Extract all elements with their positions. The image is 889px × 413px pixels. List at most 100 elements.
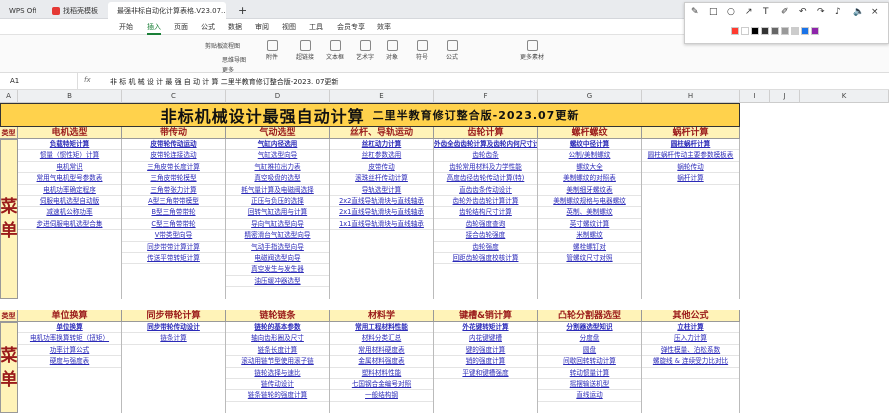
column-header-j[interactable]: J [770, 90, 800, 103]
more-materials-button[interactable]: 更多素材 [520, 40, 544, 61]
menu-link[interactable]: 直齿齿条传动设计 [434, 185, 537, 196]
pen-icon[interactable]: ✎ [691, 7, 699, 17]
menu-link[interactable]: 减速机公称功率 [18, 207, 121, 219]
rect-icon[interactable]: □ [709, 7, 718, 17]
hyperlink-button[interactable]: 超链接 [296, 40, 314, 61]
menu-link[interactable]: 内花键键槽 [434, 333, 537, 345]
menu-link[interactable]: 齿轮常用材料及力学性能 [434, 162, 537, 174]
pencil-icon[interactable]: ✐ [781, 7, 789, 17]
menu-link[interactable]: 齿轮强度 [434, 242, 537, 253]
color-swatch[interactable] [761, 27, 769, 35]
color-swatch[interactable] [731, 27, 739, 35]
menu-link[interactable]: 螺旋线 & 连续受力比对比 [642, 356, 739, 368]
menu-data[interactable]: 数据 [228, 22, 242, 32]
text-icon[interactable]: T [763, 7, 769, 17]
menu-link[interactable]: C型三角带带轮 [122, 219, 225, 231]
color-swatch[interactable] [741, 27, 749, 35]
color-swatch[interactable] [791, 27, 799, 35]
undo-icon[interactable]: ↶ [799, 7, 807, 17]
menu-link[interactable]: A型三角带带模型 [122, 196, 225, 208]
menu-link[interactable]: 美制细牙螺纹表 [538, 185, 641, 196]
menu-link[interactable]: 回转气缸选用与计算 [226, 207, 329, 219]
menu-link[interactable]: 链轮的基本参数 [226, 322, 329, 334]
menu-page[interactable]: 页面 [174, 22, 188, 32]
circle-icon[interactable]: ○ [727, 7, 735, 17]
color-swatch[interactable] [751, 27, 759, 35]
menu-link[interactable]: 销的强度计算 [434, 356, 537, 368]
menu-link[interactable]: 三角皮带轮模型 [122, 173, 225, 185]
name-box[interactable]: A1 [0, 73, 78, 89]
new-tab-icon[interactable]: + [232, 2, 246, 19]
menu-link[interactable]: 外花键转矩计算 [434, 322, 537, 334]
menu-link[interactable]: 精密滑台气缸选型向导 [226, 230, 329, 242]
menu-link[interactable]: 齿轮强度查询 [434, 219, 537, 231]
menu-link[interactable]: 键的强度计算 [434, 345, 537, 357]
color-swatch[interactable] [771, 27, 779, 35]
menu-link[interactable]: 齿轮外齿齿轮计算计算 [434, 196, 537, 208]
menu-link[interactable]: 塑料材料性能 [330, 368, 433, 379]
menu-link[interactable]: 齿轮结构尺寸计算 [434, 207, 537, 219]
menu-link[interactable]: 气缸内径选用 [226, 139, 329, 151]
column-header-k[interactable]: K [800, 90, 889, 103]
column-header-e[interactable]: E [330, 90, 434, 103]
textbox-button[interactable]: 文本框 [326, 40, 344, 61]
menu-link[interactable]: 电磁阀选型向导 [226, 253, 329, 265]
menu-link[interactable]: 2x2直线导轨滑块与直线轴承 [330, 196, 433, 208]
menu-link[interactable]: 链条链轮的强度计算 [226, 390, 329, 402]
menu-link[interactable]: 金属材料强度表 [330, 356, 433, 368]
mindmap-button[interactable]: 思维导图 [222, 55, 246, 64]
menu-formula[interactable]: 公式 [201, 22, 215, 32]
menu-link[interactable]: 接合齿轮强度 [434, 230, 537, 242]
menu-link[interactable]: 滚珠丝杆传动计算 [330, 173, 433, 185]
formula-input[interactable]: 非 标 机 械 设 计 最 强 自 动 计 算 二里半教育修订整合版-2023.… [110, 77, 338, 87]
color-swatch[interactable] [781, 27, 789, 35]
menu-link[interactable]: 功率计算公式 [18, 345, 121, 357]
menu-link[interactable]: 分度盘 [538, 333, 641, 345]
menu-link[interactable]: 丝杠动力计算 [330, 139, 433, 151]
menu-link[interactable]: 圆柱蜗杆传动主要参数模板表 [642, 150, 739, 162]
menu-link[interactable]: 回距齿轮强度校核计算 [434, 253, 537, 265]
audio-icon[interactable]: ♪ [835, 7, 841, 17]
menu-view[interactable]: 视图 [282, 22, 296, 32]
wordart-button[interactable]: 艺术字 [356, 40, 374, 61]
menu-link[interactable]: 螺纹大全 [538, 162, 641, 174]
volume-icon[interactable]: 🔈 [853, 7, 864, 17]
column-header-i[interactable]: I [740, 90, 770, 103]
menu-link[interactable]: V带类型向导 [122, 230, 225, 242]
menu-link[interactable]: 外齿全齿齿轮计算及齿轮内何尺寸计算 [434, 139, 537, 151]
menu-link[interactable]: 常用气电机型号参数表 [18, 173, 121, 185]
menu-link[interactable]: 一般结构钢 [330, 390, 433, 402]
column-header-b[interactable]: B [18, 90, 122, 103]
menu-home[interactable]: 开始 [119, 22, 133, 32]
menu-efficiency[interactable]: 效率 [377, 22, 391, 32]
menu-link[interactable]: 间歇回转转动计算 [538, 356, 641, 368]
menu-link[interactable]: 气缸推拉出力表 [226, 162, 329, 174]
menu-link[interactable]: 惯量（惯性矩）计算 [18, 150, 121, 162]
column-header-c[interactable]: C [122, 90, 226, 103]
menu-link[interactable]: 材料分类汇总 [330, 333, 433, 345]
column-header-f[interactable]: F [434, 90, 538, 103]
column-header-d[interactable]: D [226, 90, 330, 103]
object-button[interactable]: 对象 [386, 40, 398, 61]
menu-link[interactable]: B型三角带带轮 [122, 207, 225, 219]
menu-link[interactable]: 立柱计算 [642, 322, 739, 334]
symbol-button[interactable]: 符号 [416, 40, 428, 61]
menu-link[interactable]: 气缸选型向导 [226, 150, 329, 162]
menu-link[interactable]: 滚动用链节型使用滚子链 [226, 356, 329, 368]
column-header-h[interactable]: H [642, 90, 740, 103]
menu-link[interactable]: 传送平带转矩计算 [122, 253, 225, 265]
menu-link[interactable]: 单位换算 [18, 322, 121, 334]
menu-link[interactable]: 英寸螺纹计算 [538, 219, 641, 231]
menu-link[interactable]: 蜗轮传动 [642, 162, 739, 174]
flowchart-button[interactable]: 流程图 [222, 41, 240, 50]
menu-link[interactable]: 电机功率换算转矩（扭矩） [18, 333, 121, 345]
menu-link[interactable]: 链传动设计 [226, 379, 329, 391]
menu-link[interactable]: 高度齿径齿轮传动计算(特) [434, 173, 537, 185]
menu-link[interactable]: 负载特矩计算 [18, 139, 121, 151]
menu-link[interactable]: 英制、美制螺纹 [538, 207, 641, 219]
menu-link[interactable]: 圆盘 [538, 345, 641, 357]
menu-link[interactable]: 步进伺服电机选型合集 [18, 219, 121, 231]
menu-link[interactable]: 压入力计算 [642, 333, 739, 345]
fx-icon[interactable]: fx [84, 76, 91, 84]
menu-link[interactable]: 平键和键槽强度 [434, 368, 537, 379]
